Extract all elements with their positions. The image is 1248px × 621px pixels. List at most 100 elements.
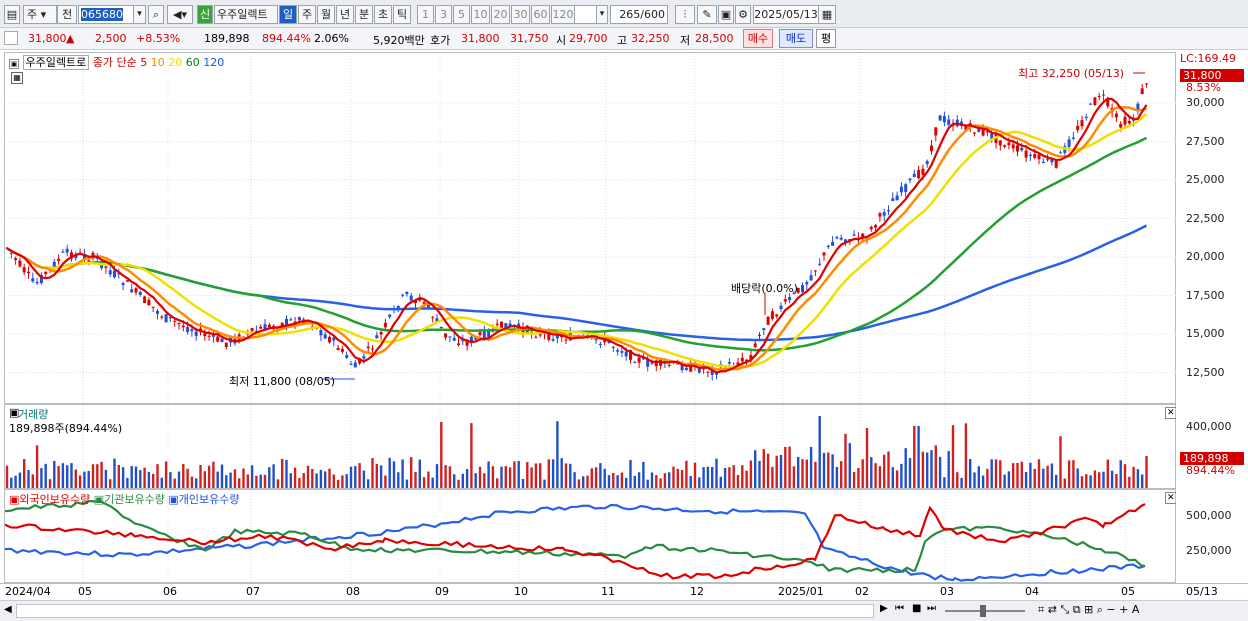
ma-legend-item: 10 <box>147 56 165 69</box>
candle-body <box>345 355 349 358</box>
candle-body <box>624 351 628 357</box>
volume-bar <box>40 468 43 488</box>
ma-legend-item: 120 <box>199 56 225 69</box>
volume-bar <box>186 468 189 488</box>
gear-icon[interactable]: ⚙ <box>735 5 751 24</box>
draw-icon[interactable]: ✎ <box>697 5 717 24</box>
candle-icon[interactable]: ⫶ <box>675 5 695 24</box>
scroll-right-icon[interactable]: ▶ <box>880 603 888 614</box>
candle-body <box>27 271 30 274</box>
eval-button[interactable]: 평 <box>816 29 836 48</box>
period-button[interactable]: 월 <box>317 5 335 24</box>
stock-name[interactable]: 우주일렉트 <box>214 5 278 24</box>
candle-body <box>113 270 116 278</box>
indicator-icon[interactable]: ▣ <box>9 59 19 69</box>
calculator-icon[interactable]: ▦ <box>11 72 23 84</box>
interval-button[interactable]: 20 <box>491 5 510 24</box>
prev-button[interactable]: 전 <box>57 5 77 24</box>
market-value: 주 <box>27 8 38 21</box>
volume-bar <box>461 473 464 488</box>
volume-bar <box>87 470 90 488</box>
volume-bar <box>809 446 813 488</box>
speaker-icon[interactable]: ◀▾ <box>167 5 193 24</box>
volume-bar <box>951 425 955 488</box>
close-icon[interactable]: ✕ <box>1165 407 1177 419</box>
candle-body <box>912 173 916 178</box>
interval-button[interactable]: 1 <box>417 5 434 24</box>
sell-button[interactable]: 매도 <box>779 29 813 48</box>
interval-button[interactable]: 3 <box>435 5 452 24</box>
stop-icon[interactable]: ■ <box>912 603 921 614</box>
volume-bar <box>255 475 258 488</box>
volume-bar <box>762 449 765 488</box>
interval-button[interactable]: 30 <box>511 5 530 24</box>
candle-body <box>35 281 39 284</box>
candle-body <box>1071 137 1075 139</box>
volume-bar <box>1145 456 1148 488</box>
volume-bar <box>1128 476 1131 488</box>
candle-body <box>1046 159 1050 161</box>
scroll-track[interactable] <box>16 604 874 618</box>
period-button[interactable]: 일 <box>279 5 297 24</box>
candle-body <box>164 314 168 323</box>
volume-bar <box>414 472 417 488</box>
candle-body <box>633 362 637 364</box>
rewind-icon[interactable]: ⏮ <box>895 603 904 614</box>
volume-bar <box>354 466 357 488</box>
calendar-icon[interactable]: ▦ <box>818 5 836 24</box>
close-icon[interactable]: ✕ <box>1165 492 1177 504</box>
volume-bar <box>1012 463 1015 488</box>
forward-icon[interactable]: ⏭ <box>927 603 936 614</box>
volume-bar <box>676 468 679 488</box>
volume-bar <box>1024 471 1028 488</box>
holding-panel: ▣외국인보유수량 ▣기관보유수량 ▣개인보유수량 ✕ <box>4 489 1177 583</box>
volume-bar <box>530 467 533 488</box>
layout-icon[interactable]: ▤ <box>4 5 20 24</box>
x-tick: 05 <box>1121 585 1135 598</box>
candle-body <box>220 338 224 343</box>
interval-button[interactable]: 5 <box>453 5 470 24</box>
period-button[interactable]: 년 <box>336 5 354 24</box>
period-button[interactable]: 초 <box>374 5 392 24</box>
buy-button[interactable]: 매수 <box>743 29 773 48</box>
period-button[interactable]: 주 <box>298 5 316 24</box>
period-button[interactable]: 분 <box>355 5 373 24</box>
ma-line <box>6 105 1147 371</box>
volume-bar <box>964 423 968 488</box>
volume-bar <box>1076 468 1079 488</box>
interval-button[interactable]: 120 <box>551 5 575 24</box>
volume-bar <box>306 465 310 488</box>
x-tick: 05 <box>78 585 92 598</box>
volume-bar <box>547 459 550 488</box>
market-select[interactable]: 주 ▾ <box>23 5 57 24</box>
interval-button[interactable]: 10 <box>471 5 490 24</box>
chevron-down-icon[interactable]: ▾ <box>596 5 608 24</box>
zoom-slider-handle[interactable] <box>980 605 986 617</box>
holding-legend-item: ▣개인보유수량 <box>168 493 240 506</box>
save-icon[interactable]: ▣ <box>718 5 734 24</box>
date-input[interactable]: 2025/05/13 <box>753 5 819 24</box>
period-button[interactable]: 틱 <box>393 5 411 24</box>
tool-icons[interactable]: ⌗ ⇄ ⤡ ⧉ ⊞ ⌕ − + A <box>1038 603 1139 617</box>
chevron-down-icon[interactable]: ▾ <box>133 5 146 24</box>
volume-bar <box>934 445 937 488</box>
volume-bar <box>367 479 370 488</box>
scroll-left-icon[interactable]: ◀ <box>4 604 12 615</box>
volume-bar <box>397 472 400 488</box>
holding-line <box>5 503 1146 582</box>
volume-bar <box>405 479 409 488</box>
search-icon[interactable]: ⌕ <box>148 5 164 24</box>
high-label: 고 <box>617 34 628 47</box>
candle-body <box>904 184 908 192</box>
candle-body <box>818 263 822 265</box>
candle-body <box>57 258 61 261</box>
volume-chart[interactable] <box>5 405 1177 488</box>
price-chart[interactable] <box>5 53 1177 403</box>
count-input[interactable]: 265/600 <box>610 5 668 24</box>
volume-bar <box>31 474 34 488</box>
volume-bar <box>728 467 731 488</box>
volume-bar <box>921 451 925 488</box>
candle-body <box>448 336 452 338</box>
interval-button[interactable]: 60 <box>531 5 550 24</box>
code-value: 065680 <box>81 8 123 21</box>
